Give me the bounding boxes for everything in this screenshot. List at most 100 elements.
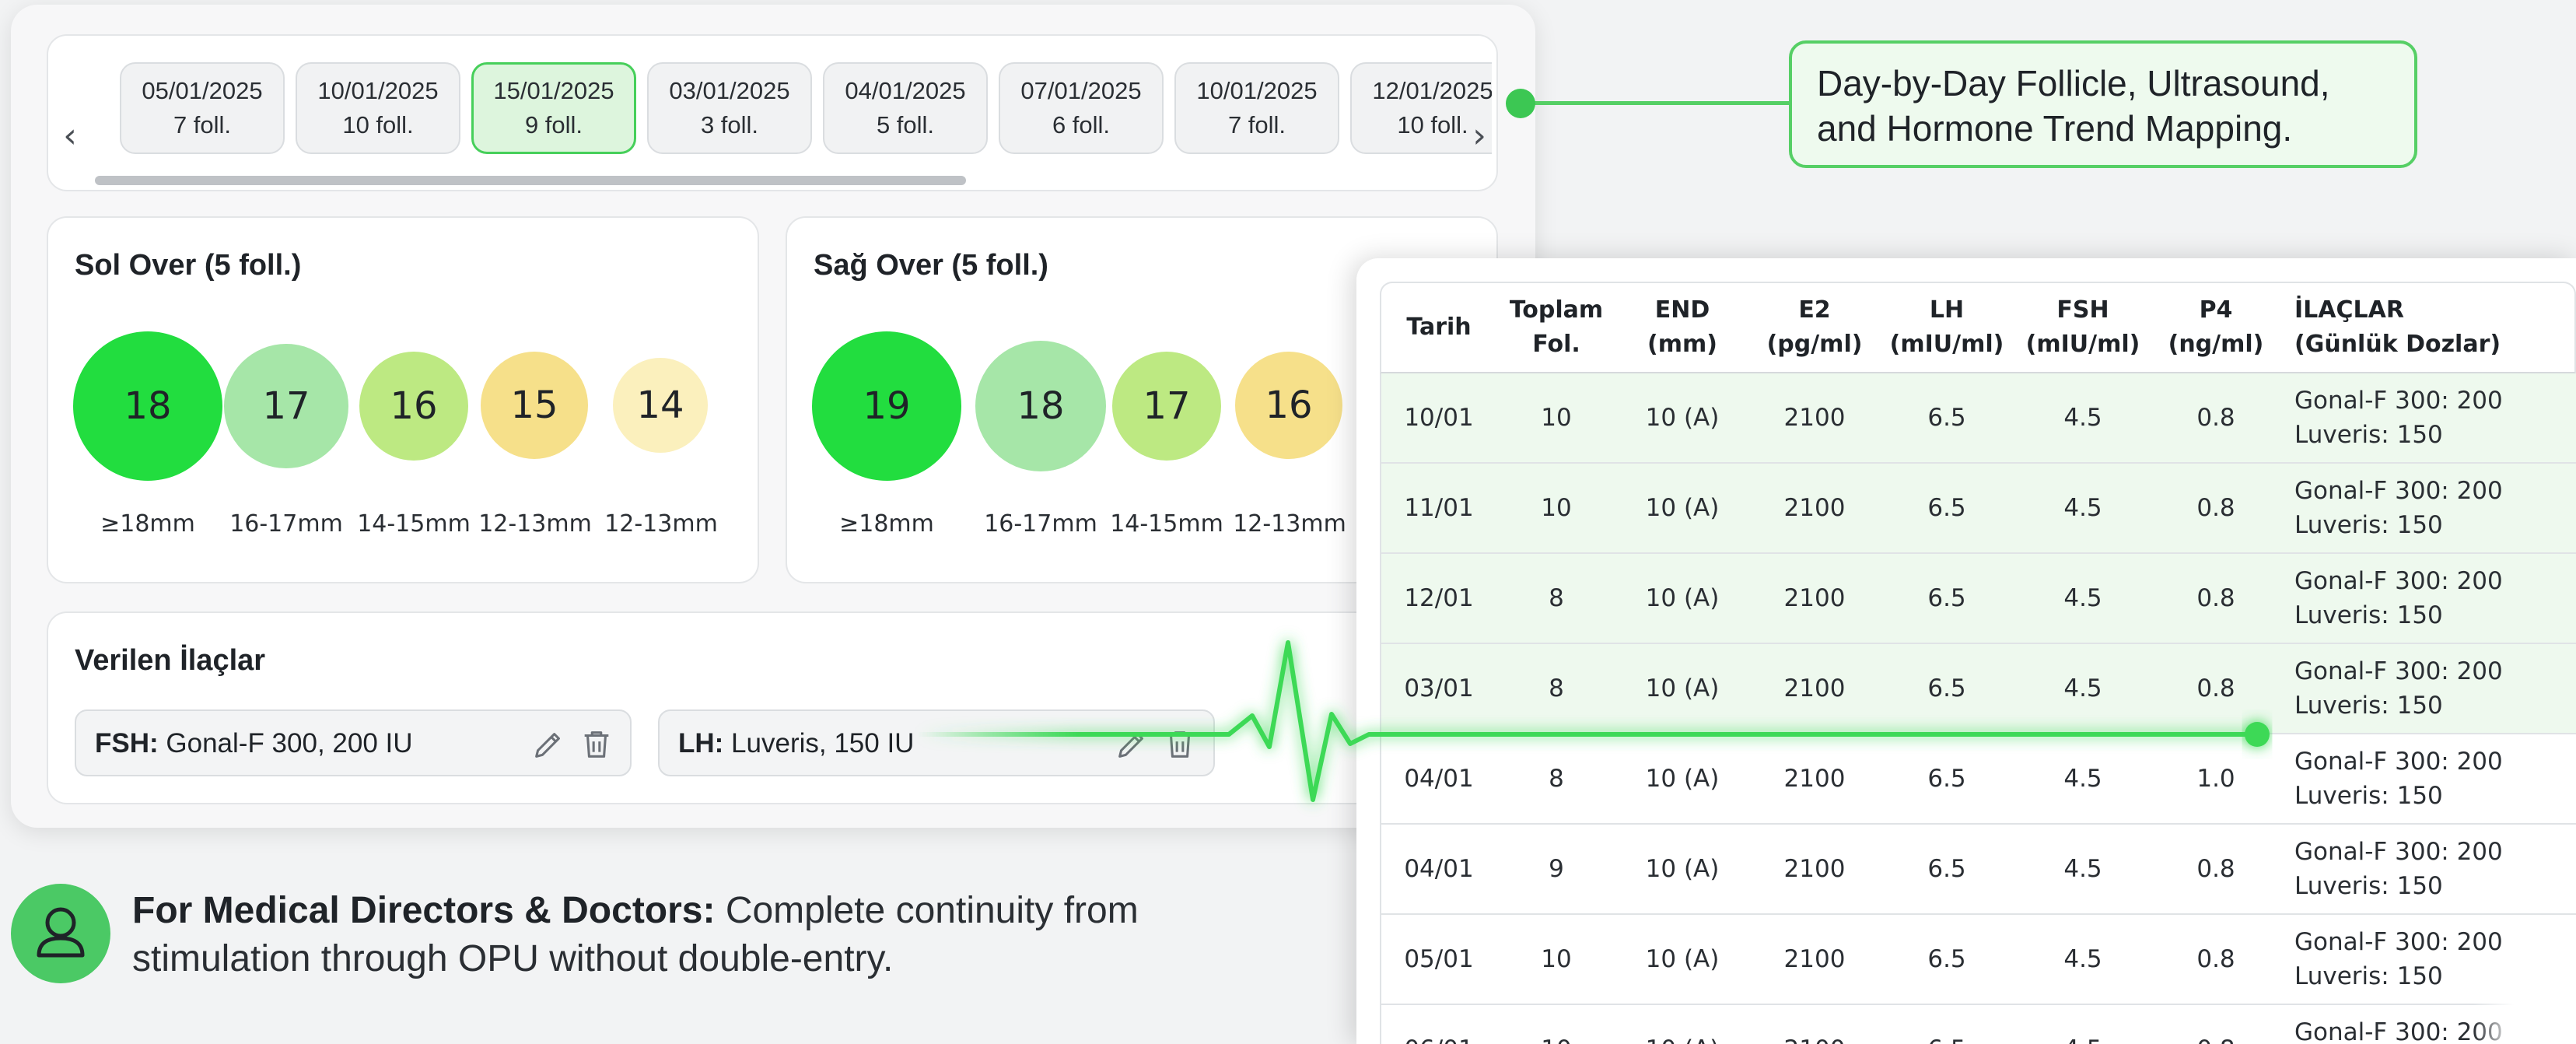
- cell-medications: Gonal-F 300: 200 Luveris: 150: [2294, 554, 2574, 643]
- cell-lh: 6.5: [1881, 1005, 2013, 1044]
- medication-dose-line: Luveris: 150: [2294, 962, 2443, 990]
- cell-fsh: 4.5: [2063, 855, 2102, 883]
- cell-endometrium: 10 (A): [1645, 494, 1720, 522]
- header-unit: (mIU/ml): [1889, 331, 2004, 358]
- medications-card: Verilen İlaçlar FSH: Gonal-F 300, 200 IU…: [47, 611, 1498, 804]
- cell-lh: 6.5: [1927, 494, 1966, 522]
- chip-date: 10/01/2025: [1196, 77, 1318, 104]
- header-unit: (ng/ml): [2168, 331, 2264, 358]
- header-toplam: Toplam Fol.: [1496, 283, 1616, 372]
- next-arrow-icon[interactable]: ›: [1464, 112, 1495, 159]
- chip-date: 15/01/2025: [493, 77, 614, 104]
- cell-p4: 0.8: [2153, 1005, 2279, 1044]
- cell-endometrium: 10 (A): [1645, 674, 1720, 702]
- medication-item-fsh[interactable]: FSH: Gonal-F 300, 200 IU: [75, 709, 632, 776]
- date-chip-selected[interactable]: 15/01/2025 9 foll.: [471, 62, 636, 154]
- table-row[interactable]: 06/011010 (A)21006.54.50.8 Gonal-F 300: 2…: [1380, 1005, 2576, 1044]
- cell-date: 04/01: [1404, 855, 1474, 883]
- chip-date: 05/01/2025: [142, 77, 263, 104]
- medication-item-lh[interactable]: LH: Luveris, 150 IU: [658, 709, 1215, 776]
- horizontal-scrollbar[interactable]: [95, 176, 966, 185]
- header-label: Toplam: [1509, 296, 1604, 324]
- medication-dose-line: Gonal-F 300: 200: [2294, 387, 2503, 415]
- cell-endometrium: 10 (A): [1645, 765, 1720, 793]
- header-unit: (Günlük Dozlar): [2294, 331, 2501, 358]
- pencil-icon[interactable]: [530, 727, 566, 762]
- medication-text: FSH: Gonal-F 300, 200 IU: [95, 728, 413, 759]
- date-chip[interactable]: 10/01/2025 7 foll.: [1174, 62, 1339, 154]
- header-tarih: Tarih: [1381, 283, 1496, 372]
- cell-date: 12/01: [1404, 584, 1474, 612]
- trash-icon[interactable]: [1162, 727, 1198, 762]
- chip-count: 3 foll.: [700, 111, 759, 138]
- cell-date: 05/01: [1404, 945, 1474, 973]
- table-row[interactable]: 04/01 8 10 (A) 2100 6.5 4.5 1.0 Gonal-F 300: 20…: [1380, 734, 2576, 825]
- cell-e2: 2100: [1748, 1005, 1881, 1044]
- chip-date: 12/01/2025: [1372, 77, 1492, 104]
- prev-arrow-icon[interactable]: ‹: [54, 112, 86, 159]
- doctor-note: For Medical Directors & Doctors: Complet…: [132, 887, 1143, 983]
- medication-dose-line: Luveris: 150: [2294, 511, 2443, 539]
- medication-dose-line: Gonal-F 300: 200: [2294, 657, 2503, 685]
- medication-type: FSH:: [95, 728, 159, 758]
- cell-medications: Gonal-F 300: 200 Luveris: 150: [2294, 734, 2574, 823]
- cell-endometrium: 10 (A): [1645, 584, 1720, 612]
- cell-total-follicles: 10: [1541, 494, 1572, 522]
- header-fsh: FSH (mIU/ml): [2013, 283, 2153, 372]
- date-chip[interactable]: 04/01/2025 5 foll.: [823, 62, 988, 154]
- trash-icon[interactable]: [579, 727, 614, 762]
- doctor-note-heading: For Medical Directors & Doctors:: [132, 890, 716, 931]
- size-range-label: 12-13mm: [1233, 510, 1346, 538]
- table-row[interactable]: 11/01 10 10 (A) 2100 6.5 4.5 0.8 Gonal-F 300: 2…: [1380, 464, 2576, 554]
- table-header: Tarih Toplam Fol. END (mm) E2 (pg/ml) LH (mI…: [1380, 282, 2576, 373]
- follicle-circle: 18: [975, 341, 1106, 471]
- table-row[interactable]: 10/01 10 10 (A) 2100 6.5 4.5 0.8 Gonal-F 300: 2…: [1380, 373, 2576, 464]
- date-strip: ‹ 05/01/2025 7 foll. 10/01/2025 10 foll.…: [47, 34, 1498, 191]
- cell-p4: 0.8: [2196, 855, 2235, 883]
- cycle-tracking-card: ‹ 05/01/2025 7 foll. 10/01/2025 10 foll.…: [11, 5, 1535, 828]
- cell-fsh: 4.5: [2063, 584, 2102, 612]
- chip-count: 7 foll.: [173, 111, 232, 138]
- cell-p4: 0.8: [2196, 404, 2235, 432]
- right-ovary-title: Sağ Over (5 foll.): [814, 249, 1048, 282]
- cell-lh: 6.5: [1927, 945, 1966, 973]
- cell-total-follicles: 8: [1549, 674, 1564, 702]
- medication-dose-line: Luveris: 150: [2294, 692, 2443, 720]
- user-icon: [11, 884, 110, 983]
- cell-e2: 2100: [1783, 674, 1846, 702]
- chip-date: 03/01/2025: [669, 77, 790, 104]
- pencil-icon[interactable]: [1114, 727, 1150, 762]
- header-label: END: [1654, 296, 1710, 324]
- date-chip-list: 05/01/2025 7 foll. 10/01/2025 10 foll. 1…: [120, 62, 1492, 163]
- date-chip[interactable]: 10/01/2025 10 foll.: [296, 62, 460, 154]
- chip-date: 04/01/2025: [845, 77, 966, 104]
- date-chip[interactable]: 07/01/2025 6 foll.: [999, 62, 1164, 154]
- table-row[interactable]: 04/01 9 10 (A) 2100 6.5 4.5 0.8 Gonal-F 300: 20…: [1380, 825, 2576, 915]
- cell-total-follicles: 8: [1549, 584, 1564, 612]
- chip-count: 10 foll.: [1397, 111, 1468, 138]
- cell-e2: 2100: [1783, 945, 1846, 973]
- medication-text: LH: Luveris, 150 IU: [678, 728, 914, 759]
- cell-p4: 1.0: [2196, 765, 2235, 793]
- follicle-circle: 16: [1235, 352, 1342, 459]
- cell-fsh: 4.5: [2013, 1005, 2153, 1044]
- follicle-circle: 19: [812, 331, 961, 481]
- size-range-label: 12-13mm: [604, 510, 718, 538]
- left-ovary-card: Sol Over (5 foll.) 18 17 16 15 14 ≥18mm …: [47, 216, 759, 583]
- date-chip[interactable]: 05/01/2025 7 foll.: [120, 62, 285, 154]
- left-ovary-title: Sol Over (5 foll.): [75, 249, 302, 282]
- header-label: LH: [1929, 296, 1965, 324]
- follicle-circle: 16: [359, 352, 468, 461]
- header-label: P4: [2199, 296, 2233, 324]
- follicle-circle: 14: [613, 358, 708, 453]
- medication-dose-line: Gonal-F 300: 200: [2294, 748, 2503, 776]
- cell-medications: Gonal-F 300: 200 Luveris: 150: [2294, 373, 2574, 462]
- table-row[interactable]: 03/01 8 10 (A) 2100 6.5 4.5 0.8 Gonal-F 300: 20…: [1380, 644, 2576, 734]
- cell-lh: 6.5: [1927, 674, 1966, 702]
- cell-fsh: 4.5: [2063, 404, 2102, 432]
- table-row[interactable]: 05/01 10 10 (A) 2100 6.5 4.5 0.8 Gonal-F 300: 2…: [1380, 915, 2576, 1005]
- table-row[interactable]: 12/01 8 10 (A) 2100 6.5 4.5 0.8 Gonal-F 300: 20…: [1380, 554, 2576, 644]
- date-chip[interactable]: 03/01/2025 3 foll.: [647, 62, 812, 154]
- medication-dose-line: Gonal-F 300: 200: [2294, 1018, 2503, 1044]
- medication-dose-line: Luveris: 150: [2294, 601, 2443, 629]
